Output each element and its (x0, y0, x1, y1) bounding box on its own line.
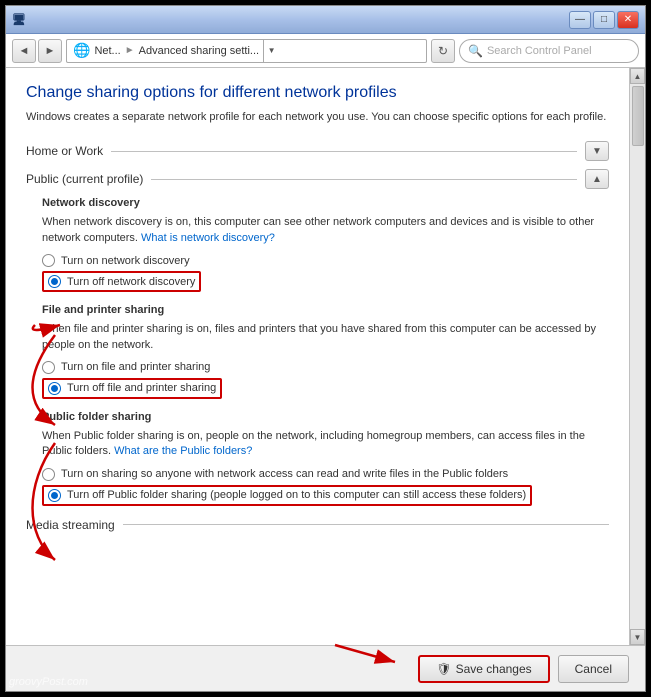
radio-fp-on[interactable] (42, 361, 55, 374)
title-bar-left: 🖥 (12, 13, 26, 26)
public-toggle[interactable]: ▲ (585, 169, 609, 189)
scrollbar[interactable]: ▲ ▼ (629, 68, 645, 645)
scroll-up-button[interactable]: ▲ (630, 68, 645, 84)
home-work-toggle[interactable]: ▼ (585, 141, 609, 161)
media-line (123, 524, 609, 525)
public-folder-highlighted: Turn off Public folder sharing (people l… (42, 485, 532, 506)
watermark: groovyPost.com (9, 676, 88, 688)
media-streaming-title: Media streaming (26, 518, 115, 532)
home-work-title: Home or Work (26, 144, 103, 158)
save-icon: 🛡 (436, 662, 451, 676)
network-discovery-desc: When network discovery is on, this compu… (42, 215, 609, 246)
search-icon: 🔍 (468, 44, 483, 58)
network-discovery-title: Network discovery (42, 197, 609, 209)
bottom-bar: 🛡 Save changes Cancel (6, 645, 645, 691)
main-content: Change sharing options for different net… (6, 68, 629, 645)
public-line (151, 179, 577, 180)
save-button[interactable]: 🛡 Save changes (418, 655, 549, 683)
file-printer-highlighted: Turn off file and printer sharing (42, 378, 222, 399)
search-placeholder: Search Control Panel (487, 45, 592, 57)
maximize-button[interactable]: □ (593, 11, 615, 29)
search-bar[interactable]: 🔍 Search Control Panel (459, 39, 639, 63)
home-work-line (111, 151, 577, 152)
home-work-section-header: Home or Work ▼ (26, 141, 609, 161)
network-discovery-option2[interactable]: Turn off network discovery (42, 271, 609, 292)
public-title: Public (current profile) (26, 172, 143, 186)
breadcrumb-bar: 🌐 Net... ► Advanced sharing setti... ▼ (66, 39, 427, 63)
breadcrumb-sep: ► (125, 45, 135, 56)
nav-buttons: ◄ ► (12, 39, 62, 63)
network-discovery-option1[interactable]: Turn on network discovery (42, 254, 609, 267)
title-bar-controls: — □ ✕ (569, 11, 639, 29)
forward-button[interactable]: ► (38, 39, 62, 63)
radio-nd-on[interactable] (42, 254, 55, 267)
content-area: Change sharing options for different net… (6, 68, 645, 645)
radio-fp-off[interactable] (48, 382, 61, 395)
breadcrumb-part2[interactable]: Advanced sharing setti... (139, 45, 259, 57)
scroll-thumb[interactable] (632, 86, 644, 146)
public-folder-desc: When Public folder sharing is on, people… (42, 429, 609, 460)
page-subtitle: Windows creates a separate network profi… (26, 110, 609, 125)
public-folder-link[interactable]: What are the Public folders? (114, 445, 252, 457)
network-discovery-link[interactable]: What is network discovery? (141, 232, 275, 244)
breadcrumb-icon: 🌐 (73, 42, 90, 59)
radio-nd-off[interactable] (48, 275, 61, 288)
file-printer-title: File and printer sharing (42, 304, 609, 316)
radio-pf-on[interactable] (42, 468, 55, 481)
network-discovery-section: Network discovery When network discovery… (42, 197, 609, 292)
file-printer-sharing-section: File and printer sharing When file and p… (42, 304, 609, 399)
address-bar: ◄ ► 🌐 Net... ► Advanced sharing setti...… (6, 34, 645, 68)
breadcrumb-dropdown[interactable]: ▼ (263, 40, 279, 62)
file-printer-option1[interactable]: Turn on file and printer sharing (42, 361, 609, 374)
breadcrumb-part1[interactable]: Net... (94, 45, 120, 57)
refresh-button[interactable]: ↻ (431, 39, 455, 63)
scroll-track[interactable] (630, 84, 645, 629)
page-title: Change sharing options for different net… (26, 84, 609, 102)
cancel-button[interactable]: Cancel (558, 655, 629, 683)
public-folder-title: Public folder sharing (42, 411, 609, 423)
network-discovery-highlighted: Turn off network discovery (42, 271, 201, 292)
public-folder-option2[interactable]: Turn off Public folder sharing (people l… (42, 485, 609, 506)
minimize-button[interactable]: — (569, 11, 591, 29)
window-icon: 🖥 (12, 13, 26, 26)
scroll-down-button[interactable]: ▼ (630, 629, 645, 645)
public-folder-option1[interactable]: Turn on sharing so anyone with network a… (42, 468, 609, 481)
media-streaming-section: Media streaming (26, 518, 609, 532)
title-bar: 🖥 — □ ✕ (6, 6, 645, 34)
back-button[interactable]: ◄ (12, 39, 36, 63)
close-button[interactable]: ✕ (617, 11, 639, 29)
public-folder-section: Public folder sharing When Public folder… (42, 411, 609, 506)
public-section-header: Public (current profile) ▲ (26, 169, 609, 189)
radio-pf-off[interactable] (48, 489, 61, 502)
file-printer-desc: When file and printer sharing is on, fil… (42, 322, 609, 353)
file-printer-option2[interactable]: Turn off file and printer sharing (42, 378, 609, 399)
